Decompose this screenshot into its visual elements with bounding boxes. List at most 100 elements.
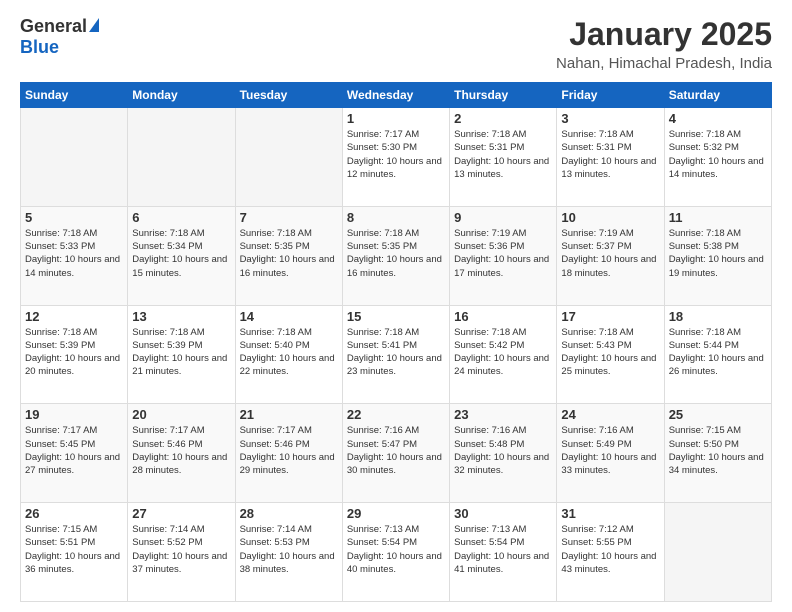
calendar-cell [235,108,342,207]
page: General Blue January 2025 Nahan, Himacha… [0,0,792,612]
day-info: Sunrise: 7:18 AMSunset: 5:35 PMDaylight:… [240,227,338,280]
calendar-cell [664,503,771,602]
calendar-header-row: Sunday Monday Tuesday Wednesday Thursday… [21,83,772,108]
calendar-cell: 22 Sunrise: 7:16 AMSunset: 5:47 PMDayligh… [342,404,449,503]
calendar-cell: 10 Sunrise: 7:19 AMSunset: 5:37 PMDayligh… [557,206,664,305]
header-tuesday: Tuesday [235,83,342,108]
calendar-cell: 14 Sunrise: 7:18 AMSunset: 5:40 PMDayligh… [235,305,342,404]
day-info: Sunrise: 7:17 AMSunset: 5:45 PMDaylight:… [25,424,123,477]
calendar-cell: 2 Sunrise: 7:18 AMSunset: 5:31 PMDaylight… [450,108,557,207]
calendar-cell: 12 Sunrise: 7:18 AMSunset: 5:39 PMDayligh… [21,305,128,404]
day-number: 29 [347,506,445,521]
calendar-cell: 5 Sunrise: 7:18 AMSunset: 5:33 PMDaylight… [21,206,128,305]
calendar-cell [128,108,235,207]
calendar-week-row: 5 Sunrise: 7:18 AMSunset: 5:33 PMDaylight… [21,206,772,305]
day-info: Sunrise: 7:18 AMSunset: 5:39 PMDaylight:… [132,326,230,379]
calendar-cell: 25Sunrise: 7:15 AMSunset: 5:50 PMDayligh… [664,404,771,503]
day-info: Sunrise: 7:18 AMSunset: 5:31 PMDaylight:… [561,128,659,181]
day-number: 12 [25,309,123,324]
header-saturday: Saturday [664,83,771,108]
day-number: 30 [454,506,552,521]
calendar-cell [21,108,128,207]
calendar-cell: 30 Sunrise: 7:13 AMSunset: 5:54 PMDayligh… [450,503,557,602]
calendar-cell: 8Sunrise: 7:18 AMSunset: 5:35 PMDaylight… [342,206,449,305]
calendar-cell: 1Sunrise: 7:17 AMSunset: 5:30 PMDaylight… [342,108,449,207]
calendar-cell: 18 Sunrise: 7:18 AMSunset: 5:44 PMDayligh… [664,305,771,404]
header: General Blue January 2025 Nahan, Himacha… [20,16,772,72]
day-info: Sunrise: 7:19 AMSunset: 5:36 PMDaylight:… [454,227,552,280]
calendar-cell: 29Sunrise: 7:13 AMSunset: 5:54 PMDayligh… [342,503,449,602]
logo-blue-text: Blue [20,37,59,58]
calendar-cell: 11Sunrise: 7:18 AMSunset: 5:38 PMDayligh… [664,206,771,305]
calendar-cell: 20 Sunrise: 7:17 AMSunset: 5:46 PMDayligh… [128,404,235,503]
day-number: 27 [132,506,230,521]
day-info: Sunrise: 7:19 AMSunset: 5:37 PMDaylight:… [561,227,659,280]
day-number: 24 [561,407,659,422]
day-number: 2 [454,111,552,126]
calendar-cell: 31Sunrise: 7:12 AMSunset: 5:55 PMDayligh… [557,503,664,602]
calendar-table: Sunday Monday Tuesday Wednesday Thursday… [20,82,772,602]
day-number: 23 [454,407,552,422]
day-number: 15 [347,309,445,324]
day-number: 9 [454,210,552,225]
calendar-cell: 17Sunrise: 7:18 AMSunset: 5:43 PMDayligh… [557,305,664,404]
day-info: Sunrise: 7:14 AMSunset: 5:52 PMDaylight:… [132,523,230,576]
calendar-week-row: 19 Sunrise: 7:17 AMSunset: 5:45 PMDayligh… [21,404,772,503]
day-info: Sunrise: 7:18 AMSunset: 5:44 PMDaylight:… [669,326,767,379]
calendar-cell: 27 Sunrise: 7:14 AMSunset: 5:52 PMDayligh… [128,503,235,602]
calendar-cell: 4Sunrise: 7:18 AMSunset: 5:32 PMDaylight… [664,108,771,207]
calendar-title: January 2025 [556,16,772,53]
day-info: Sunrise: 7:17 AMSunset: 5:46 PMDaylight:… [132,424,230,477]
day-info: Sunrise: 7:16 AMSunset: 5:48 PMDaylight:… [454,424,552,477]
day-number: 1 [347,111,445,126]
day-info: Sunrise: 7:16 AMSunset: 5:47 PMDaylight:… [347,424,445,477]
day-info: Sunrise: 7:18 AMSunset: 5:40 PMDaylight:… [240,326,338,379]
day-number: 13 [132,309,230,324]
day-info: Sunrise: 7:13 AMSunset: 5:54 PMDaylight:… [454,523,552,576]
day-number: 5 [25,210,123,225]
day-number: 10 [561,210,659,225]
day-info: Sunrise: 7:12 AMSunset: 5:55 PMDaylight:… [561,523,659,576]
calendar-cell: 24 Sunrise: 7:16 AMSunset: 5:49 PMDayligh… [557,404,664,503]
day-info: Sunrise: 7:15 AMSunset: 5:51 PMDaylight:… [25,523,123,576]
calendar-cell: 9 Sunrise: 7:19 AMSunset: 5:36 PMDaylight… [450,206,557,305]
calendar-cell: 3 Sunrise: 7:18 AMSunset: 5:31 PMDaylight… [557,108,664,207]
calendar-subtitle: Nahan, Himachal Pradesh, India [556,55,772,72]
day-info: Sunrise: 7:18 AMSunset: 5:41 PMDaylight:… [347,326,445,379]
calendar-cell: 26Sunrise: 7:15 AMSunset: 5:51 PMDayligh… [21,503,128,602]
header-monday: Monday [128,83,235,108]
calendar-cell: 15 Sunrise: 7:18 AMSunset: 5:41 PMDayligh… [342,305,449,404]
day-number: 18 [669,309,767,324]
calendar-week-row: 12 Sunrise: 7:18 AMSunset: 5:39 PMDayligh… [21,305,772,404]
header-friday: Friday [557,83,664,108]
calendar-cell: 21 Sunrise: 7:17 AMSunset: 5:46 PMDayligh… [235,404,342,503]
day-info: Sunrise: 7:16 AMSunset: 5:49 PMDaylight:… [561,424,659,477]
header-wednesday: Wednesday [342,83,449,108]
header-sunday: Sunday [21,83,128,108]
header-thursday: Thursday [450,83,557,108]
calendar-cell: 23 Sunrise: 7:16 AMSunset: 5:48 PMDayligh… [450,404,557,503]
day-number: 20 [132,407,230,422]
day-number: 22 [347,407,445,422]
day-info: Sunrise: 7:18 AMSunset: 5:42 PMDaylight:… [454,326,552,379]
calendar-cell: 28Sunrise: 7:14 AMSunset: 5:53 PMDayligh… [235,503,342,602]
day-number: 21 [240,407,338,422]
title-section: January 2025 Nahan, Himachal Pradesh, In… [556,16,772,72]
calendar-cell: 16 Sunrise: 7:18 AMSunset: 5:42 PMDayligh… [450,305,557,404]
day-number: 19 [25,407,123,422]
day-number: 4 [669,111,767,126]
day-info: Sunrise: 7:17 AMSunset: 5:46 PMDaylight:… [240,424,338,477]
day-number: 6 [132,210,230,225]
calendar-cell: 19 Sunrise: 7:17 AMSunset: 5:45 PMDayligh… [21,404,128,503]
day-number: 14 [240,309,338,324]
day-info: Sunrise: 7:15 AMSunset: 5:50 PMDaylight:… [669,424,767,477]
day-info: Sunrise: 7:18 AMSunset: 5:31 PMDaylight:… [454,128,552,181]
day-info: Sunrise: 7:18 AMSunset: 5:33 PMDaylight:… [25,227,123,280]
day-number: 3 [561,111,659,126]
day-info: Sunrise: 7:18 AMSunset: 5:39 PMDaylight:… [25,326,123,379]
day-number: 8 [347,210,445,225]
day-number: 16 [454,309,552,324]
calendar-week-row: 26Sunrise: 7:15 AMSunset: 5:51 PMDayligh… [21,503,772,602]
calendar-cell: 7Sunrise: 7:18 AMSunset: 5:35 PMDaylight… [235,206,342,305]
day-info: Sunrise: 7:14 AMSunset: 5:53 PMDaylight:… [240,523,338,576]
